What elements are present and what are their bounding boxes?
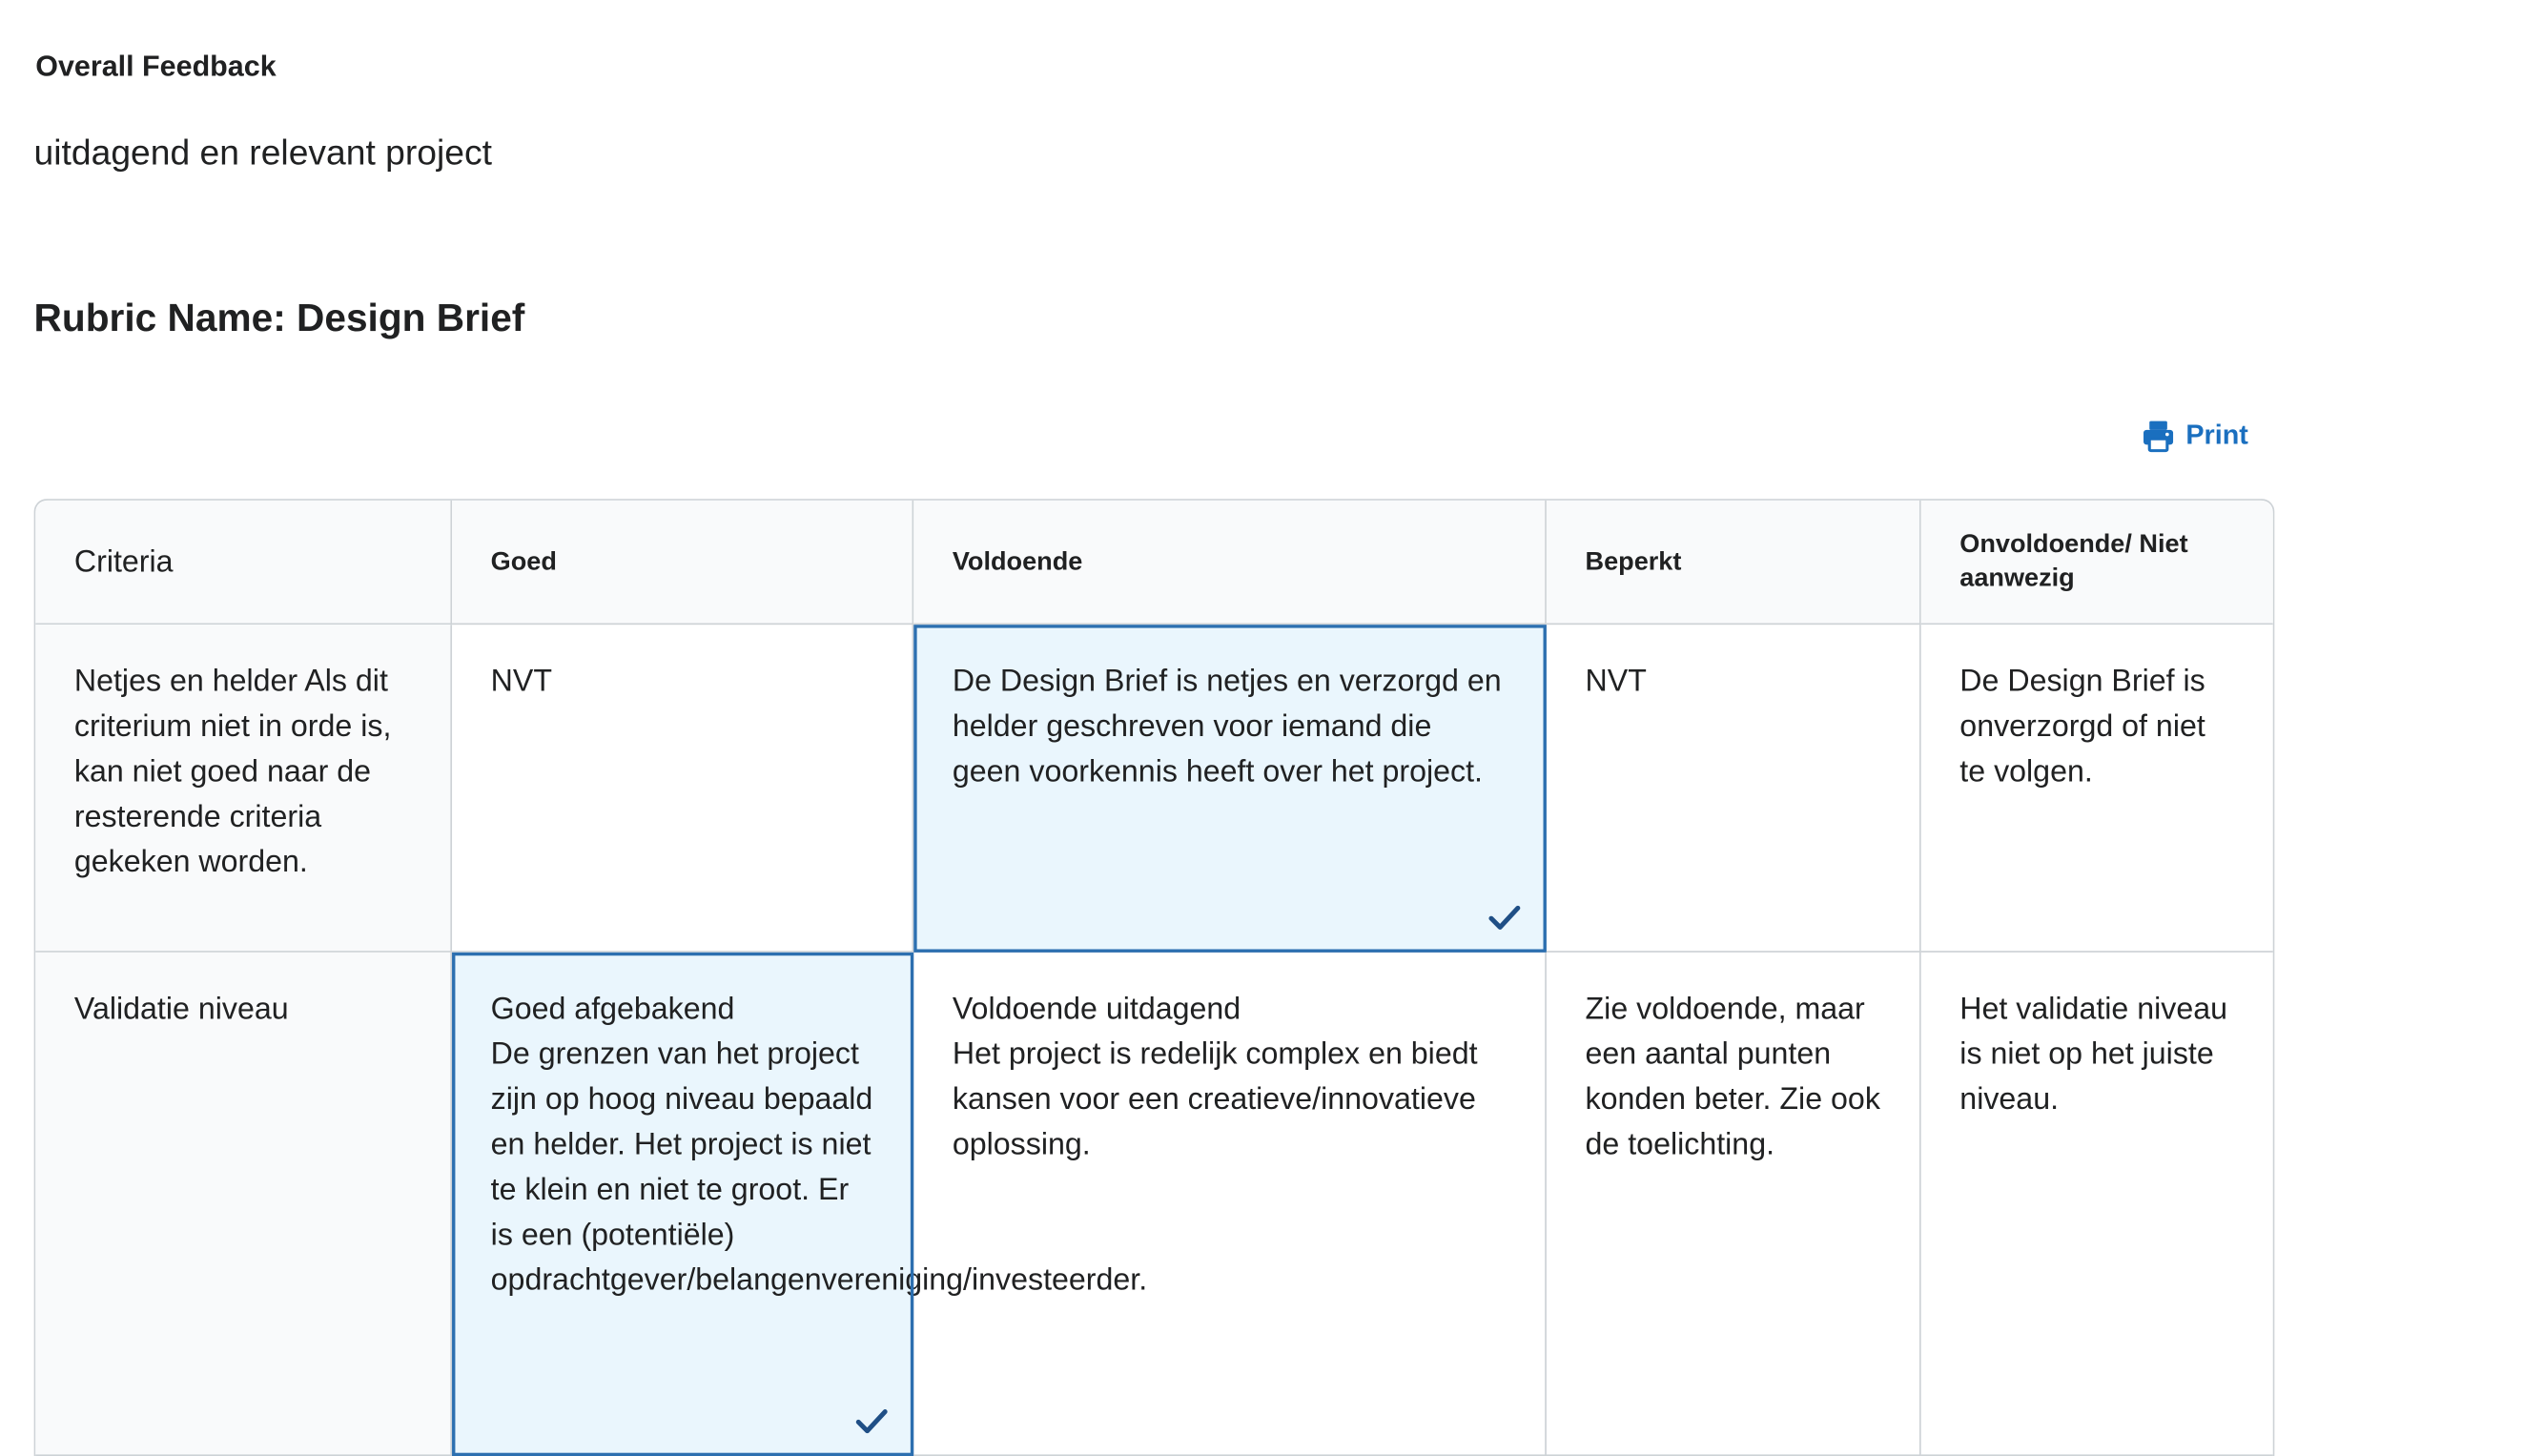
rubric-title: Rubric Name: Design Brief [33, 297, 525, 341]
level-cell-onvoldoende[interactable]: Het validatie niveau is niet op het juis… [1920, 953, 2273, 1456]
rubric-table: Criteria Goed Voldoende Beperkt Onvoldoe… [33, 499, 2275, 1456]
level-cell-beperkt[interactable]: NVT [1546, 625, 1921, 953]
criterion-cell: Netjes en helder Als dit criterium niet … [35, 625, 453, 953]
level-cell-goed[interactable]: NVT [452, 625, 914, 953]
header-goed: Goed [452, 500, 914, 625]
overall-feedback-text: uitdagend en relevant project [33, 132, 492, 174]
header-voldoende: Voldoende [913, 500, 1547, 625]
header-beperkt: Beperkt [1546, 500, 1921, 625]
checkmark-icon [1488, 905, 1521, 930]
level-text: De Design Brief is netjes en verzorgd en… [952, 665, 1502, 790]
level-cell-voldoende[interactable]: Voldoende uitdagend Het project is redel… [913, 952, 1547, 1456]
printer-icon [2144, 420, 2174, 453]
level-cell-onvoldoende[interactable]: De Design Brief is onverzorgd of niet te… [1920, 625, 2273, 953]
level-cell-goed-selected[interactable]: Goed afgebakend De grenzen van het proje… [452, 952, 1147, 1456]
table-row: Validatie niveau Goed afgebakend De gren… [35, 952, 2273, 1456]
overall-feedback-label: Overall Feedback [35, 50, 277, 83]
level-text: Het project is redelijk complex en biedt… [952, 1037, 1478, 1162]
header-onvoldoende: Onvoldoende/ Niet aanwezig [1920, 500, 2273, 625]
checkmark-icon [855, 1409, 888, 1434]
criterion-cell: Validatie niveau [35, 952, 453, 1456]
level-cell-voldoende-selected[interactable]: De Design Brief is netjes en verzorgd en… [913, 625, 1547, 953]
header-criteria: Criteria [35, 500, 453, 625]
rubric-header-row: Criteria Goed Voldoende Beperkt Onvoldoe… [35, 500, 2273, 625]
level-cell-beperkt[interactable]: Zie voldoende, maar een aantal punten ko… [1546, 952, 1921, 1456]
print-button[interactable]: Print [2141, 418, 2248, 453]
level-title: Voldoende uitdagend [952, 993, 1241, 1027]
level-title: Goed afgebakend [490, 993, 735, 1027]
print-label: Print [2185, 420, 2248, 451]
table-row: Netjes en helder Als dit criterium niet … [35, 625, 2273, 953]
